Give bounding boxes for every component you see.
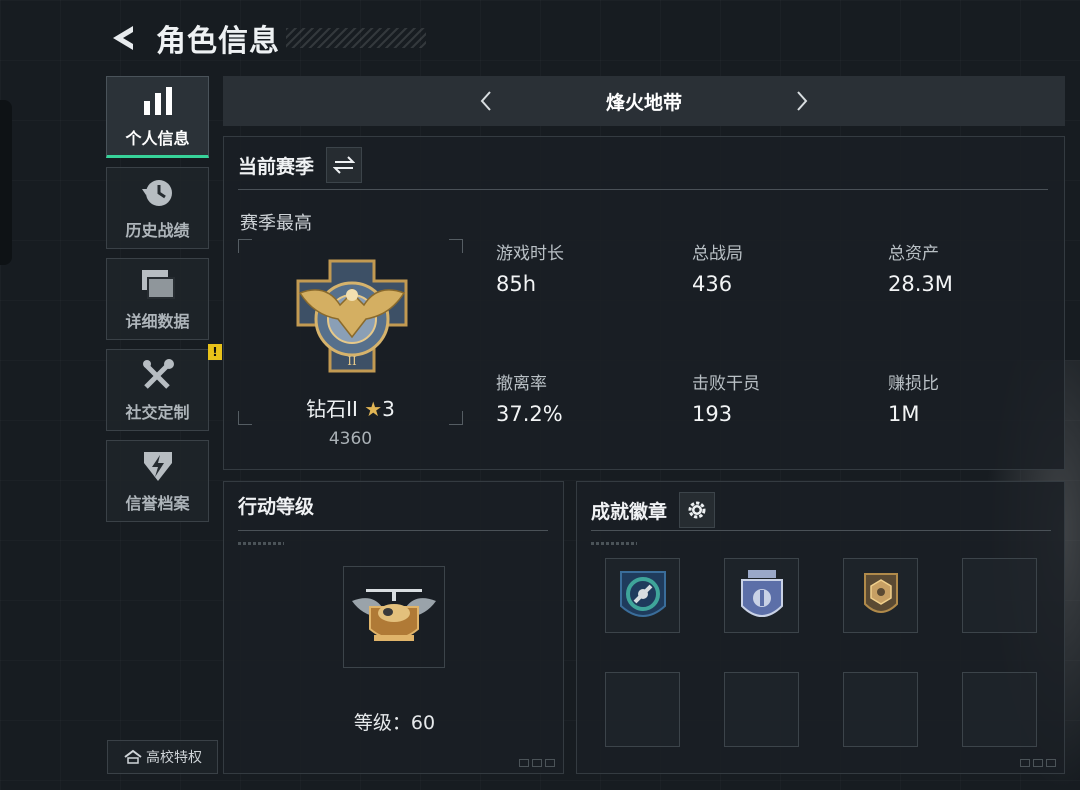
badge-slot[interactable]: [605, 558, 680, 633]
badge-slot-empty[interactable]: [843, 672, 918, 747]
panel-decoration: [519, 759, 555, 767]
badge-slot-empty[interactable]: [605, 672, 680, 747]
stat-operators-defeated: 击败干员 193: [692, 369, 760, 426]
dash-decoration: [591, 542, 637, 545]
level-header: 行动等级: [238, 492, 314, 519]
stat-profit-loss-ratio: 赚损比 1M: [888, 369, 939, 426]
badge-slot-empty[interactable]: [962, 672, 1037, 747]
season-title: 当前赛季: [238, 155, 315, 178]
corner-mark: [449, 239, 463, 253]
stat-play-time: 游戏时长 85h: [496, 239, 564, 296]
sidebar-item-reputation[interactable]: 信誉档案: [106, 440, 209, 522]
panel-decoration: [1020, 759, 1056, 767]
badge-slot-empty[interactable]: [724, 672, 799, 747]
divider: [591, 530, 1051, 531]
sidebar-item-personal-info[interactable]: 个人信息: [106, 76, 209, 158]
gold-hexagon-badge-icon: [863, 572, 898, 613]
tools-icon: [138, 357, 178, 393]
stacked-windows-icon: [138, 266, 178, 302]
achievement-panel: 成就徽章: [576, 481, 1065, 774]
sidebar-item-label: 信誉档案: [125, 494, 190, 513]
back-button[interactable]: [106, 20, 142, 56]
stat-extraction-rate: 撤离率 37.2%: [496, 369, 563, 426]
dash-decoration: [238, 542, 284, 545]
svg-text:II: II: [347, 354, 357, 368]
stat-value: 28.3M: [888, 272, 953, 296]
back-arrow-icon: [113, 26, 133, 50]
rank-title: 钻石II: [306, 397, 358, 421]
blue-shield-badge-icon: [740, 569, 783, 617]
corner-mark: [238, 239, 252, 253]
stat-value: 1M: [888, 402, 920, 426]
campus-icon: [124, 749, 142, 764]
badge-slot[interactable]: [724, 558, 799, 633]
map-name: 烽火地带: [605, 91, 682, 114]
sidebar-item-label: 历史战绩: [125, 221, 190, 240]
achievement-header: 成就徽章: [591, 492, 716, 528]
diamond-rank-emblem-icon: II: [296, 259, 408, 373]
stat-label: 撤离率: [496, 374, 547, 394]
level-emblem: [343, 566, 445, 668]
season-header: 当前赛季: [238, 147, 363, 183]
sidebar-item-label: 个人信息: [125, 129, 190, 148]
stat-value: 436: [692, 272, 733, 296]
divider: [238, 189, 1048, 190]
star-icon: ★: [364, 397, 383, 421]
header: 角色信息: [106, 18, 426, 59]
chevron-left-icon: [480, 91, 491, 111]
swap-arrows-icon: [333, 156, 356, 174]
helicopter-emblem-icon: [352, 589, 436, 641]
sidebar-item-detailed-data[interactable]: 详细数据: [106, 258, 209, 340]
bar-chart-icon: [138, 83, 178, 119]
season-panel: 当前赛季 赛季最高 II 钻石II ★3 4360 游戏时长 85h 总战局 4…: [223, 136, 1065, 470]
history-clock-icon: [138, 175, 178, 211]
page-title: 角色信息: [156, 24, 280, 59]
badge-slot-empty[interactable]: [962, 558, 1037, 633]
level-value: 等级：60: [353, 712, 436, 734]
stat-label: 赚损比: [888, 374, 939, 394]
divider: [238, 530, 548, 531]
sidebar-item-history[interactable]: 历史战绩: [106, 167, 209, 249]
map-selector: 烽火地带: [223, 76, 1065, 126]
action-level-panel: 行动等级 等级：60: [223, 481, 564, 774]
stat-label: 游戏时长: [496, 244, 564, 264]
achievement-title: 成就徽章: [591, 500, 668, 523]
level-title: 行动等级: [238, 496, 315, 518]
blue-circle-badge-icon: [619, 570, 666, 617]
season-subtitle: 赛季最高: [240, 213, 312, 234]
rank-name: 钻石II ★3: [238, 393, 463, 422]
stat-value: 85h: [496, 272, 537, 296]
campus-privilege-button[interactable]: 高校特权: [107, 740, 218, 774]
stat-label: 总资产: [888, 244, 939, 264]
stat-total-matches: 总战局 436: [692, 239, 743, 296]
rank-score: 4360: [328, 429, 373, 449]
achievement-settings-button[interactable]: [679, 492, 716, 528]
stat-value: 37.2%: [496, 402, 563, 426]
switch-season-button[interactable]: [326, 147, 363, 183]
title-decoration: [286, 28, 426, 48]
shield-bolt-icon: [138, 448, 178, 484]
stat-total-assets: 总资产 28.3M: [888, 239, 953, 296]
chevron-right-icon: [797, 91, 808, 111]
left-edge-handle: [0, 100, 12, 265]
rank-box: II 钻石II ★3 4360: [238, 239, 463, 449]
badge-slot[interactable]: [843, 558, 918, 633]
next-map-button[interactable]: [782, 81, 822, 121]
stat-label: 击败干员: [692, 374, 760, 394]
stat-value: 193: [692, 402, 733, 426]
gear-icon: [688, 501, 706, 519]
sidebar-item-label: 社交定制: [125, 403, 190, 422]
sidebar: 个人信息 历史战绩 详细数据 ! 社交定制 信誉档案: [106, 76, 222, 531]
sidebar-item-social-custom[interactable]: ! 社交定制: [106, 344, 222, 431]
previous-map-button[interactable]: [466, 81, 506, 121]
campus-button-label: 高校特权: [146, 750, 202, 766]
rank-stars: 3: [382, 397, 395, 421]
stat-label: 总战局: [692, 244, 743, 264]
sidebar-item-label: 详细数据: [125, 312, 190, 331]
notification-badge: !: [208, 344, 222, 360]
